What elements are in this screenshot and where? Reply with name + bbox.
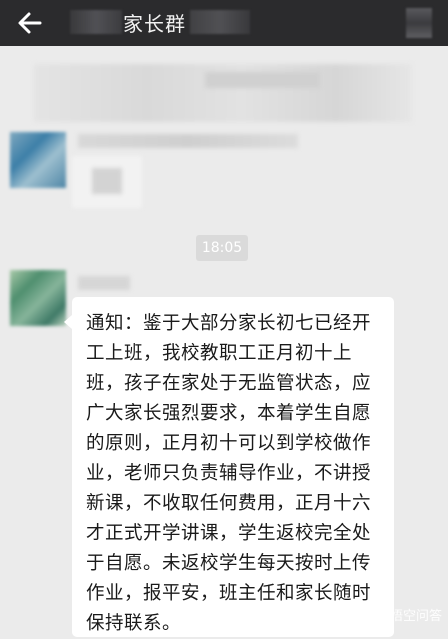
redacted-message-1-line: [205, 72, 320, 88]
wukong-logo-icon: [370, 607, 387, 623]
sender-name-1: [78, 134, 298, 148]
chat-title: 家长群: [123, 12, 186, 36]
title-redacted-right: [190, 10, 250, 34]
title-redacted-left: [70, 10, 122, 34]
redacted-message-2-char: [92, 168, 122, 194]
message-text: 通知：鉴于大部分家长初七已经开工上班，我校教职工正月初十上班，孩子在家处于无监管…: [86, 313, 372, 634]
chat-info-button[interactable]: [406, 8, 432, 38]
message-bubble[interactable]: 通知：鉴于大部分家长初七已经开工上班，我校教职工正月初十上班，孩子在家处于无监管…: [64, 297, 394, 637]
sender-avatar-2[interactable]: [10, 270, 66, 326]
timestamp-chip: 18:05: [196, 235, 248, 261]
back-button[interactable]: [12, 5, 48, 41]
arrow-left-icon: [18, 12, 42, 34]
top-bar: 家长群: [0, 0, 448, 46]
sender-name-2: [78, 276, 130, 290]
sender-avatar-1[interactable]: [10, 132, 66, 188]
watermark-text: 悟空问答: [389, 609, 442, 624]
watermark: 悟空问答: [370, 605, 442, 624]
